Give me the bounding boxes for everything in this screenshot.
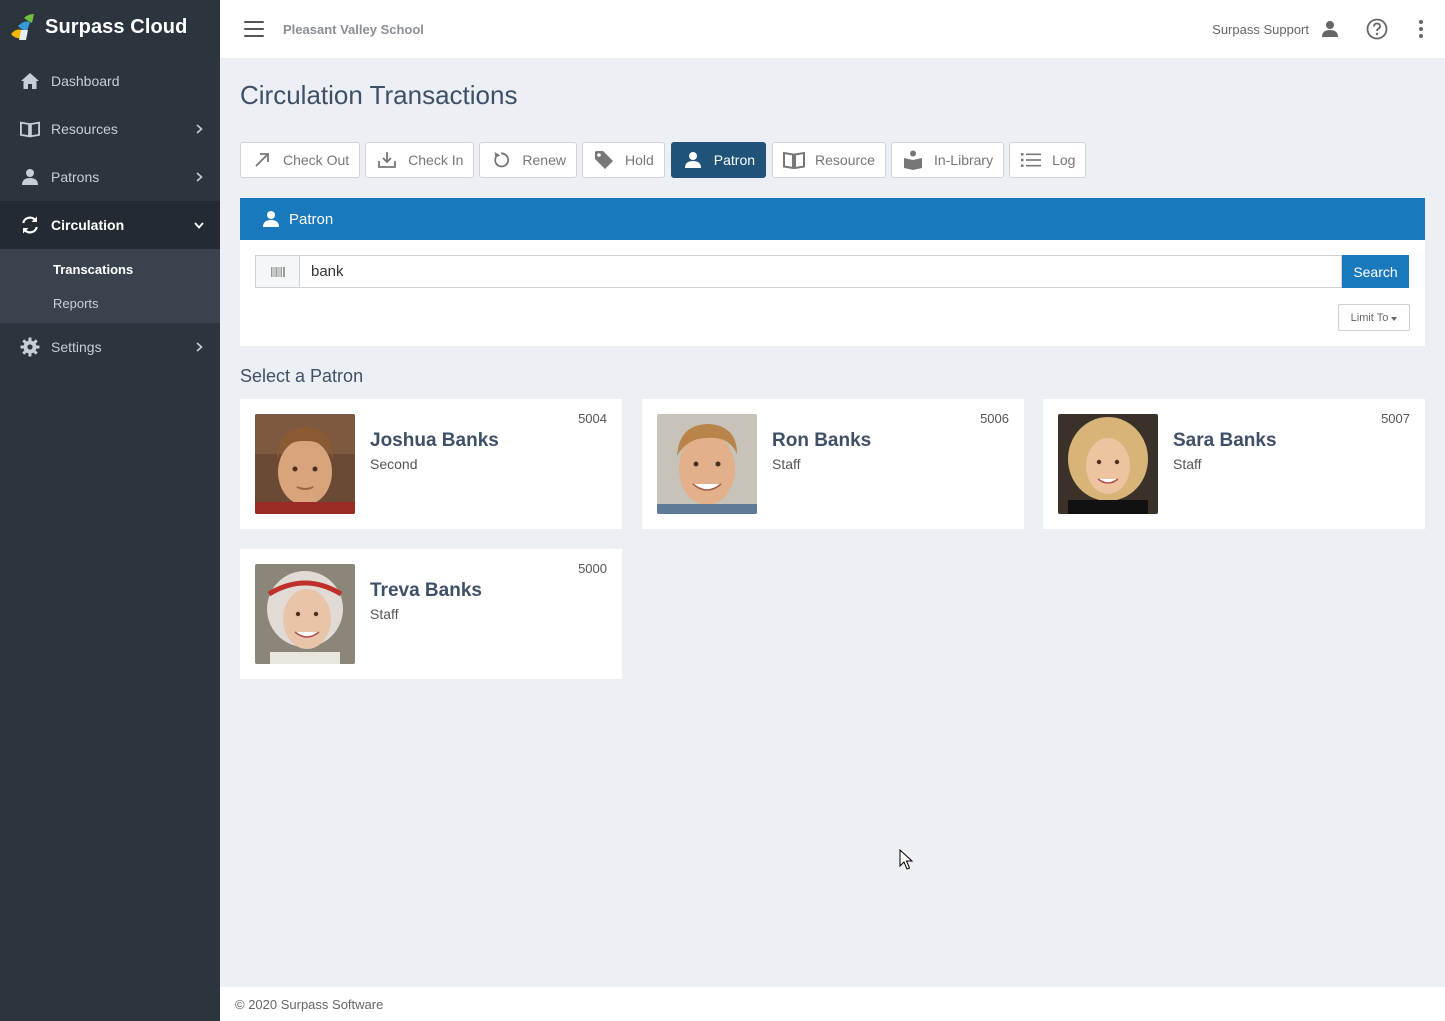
surpass-logo-icon [11, 14, 34, 40]
patron-group: Second [370, 456, 418, 472]
button-label: Resource [815, 152, 875, 168]
hold-button[interactable]: Hold [581, 142, 665, 178]
patron-id: 5007 [1381, 411, 1410, 426]
in-library-button[interactable]: In-Library [890, 142, 1005, 178]
renew-icon [480, 143, 522, 177]
patron-photo [255, 414, 355, 514]
arrow-up-right-icon [241, 143, 283, 177]
patron-search-panel: Patron Search Limit To [240, 198, 1425, 346]
patron-name: Joshua Banks [370, 430, 499, 451]
button-label: Hold [624, 152, 654, 168]
person-icon [672, 143, 714, 177]
refresh-icon [20, 215, 40, 235]
search-input[interactable] [300, 255, 1342, 288]
check-in-button[interactable]: Check In [365, 142, 475, 178]
book-icon [773, 143, 815, 177]
resource-button[interactable]: Resource [772, 142, 886, 178]
patron-photo [255, 564, 355, 664]
panel-title: Patron [289, 210, 334, 228]
button-label: In-Library [933, 152, 994, 168]
transaction-toolbar: Check Out Check In Renew Hold Patron Res… [240, 142, 1091, 178]
sidebar-item-resources[interactable]: Resources [0, 105, 220, 153]
patron-card[interactable]: Joshua Banks Second 5004 [240, 399, 622, 529]
tag-icon [583, 143, 625, 177]
page-title: Circulation Transactions [240, 80, 518, 110]
sidebar-item-label: Settings [51, 339, 102, 355]
sidebar-item-label: Dashboard [51, 73, 120, 89]
more-vertical-icon[interactable] [1418, 19, 1424, 39]
button-label: Check Out [283, 152, 350, 168]
patron-card[interactable]: Sara Banks Staff 5007 [1043, 399, 1425, 529]
search-row: Search [255, 255, 1409, 288]
button-label: Renew [522, 152, 566, 168]
chevron-right-icon [194, 124, 204, 134]
patron-card[interactable]: Treva Banks Staff 5000 [240, 549, 622, 679]
sidebar-item-patrons[interactable]: Patrons [0, 153, 220, 201]
download-icon [366, 143, 408, 177]
main-content: Circulation Transactions Check Out Check… [220, 58, 1445, 987]
patron-id: 5006 [980, 411, 1009, 426]
list-icon [1010, 143, 1052, 177]
button-label: Patron [713, 152, 756, 168]
sidebar-item-label: Circulation [51, 217, 125, 233]
gear-icon [20, 337, 40, 357]
patron-group: Staff [370, 606, 399, 622]
sidebar-item-settings[interactable]: Settings [0, 323, 220, 371]
sidebar-subitem-reports[interactable]: Reports [0, 286, 220, 320]
sidebar-subitem-transactions[interactable]: Transcations [0, 252, 220, 286]
patron-id: 5000 [578, 561, 607, 576]
button-label: Log [1052, 152, 1076, 168]
barcode-icon[interactable] [255, 255, 300, 288]
sidebar-item-label: Patrons [51, 169, 100, 185]
circulation-subnav: Transcations Reports [0, 249, 220, 323]
patron-id: 5004 [578, 411, 607, 426]
home-icon [20, 71, 40, 91]
results-title: Select a Patron [240, 366, 364, 386]
patron-name: Ron Banks [772, 430, 872, 451]
patron-name: Sara Banks [1173, 430, 1277, 451]
book-icon [20, 119, 40, 139]
limit-to-dropdown[interactable]: Limit To [1338, 304, 1410, 331]
copyright-text: © 2020 Surpass Software [235, 996, 384, 1012]
panel-header: Patron [240, 198, 1425, 240]
search-button[interactable]: Search [1342, 255, 1409, 288]
renew-button[interactable]: Renew [479, 142, 577, 178]
patron-group: Staff [1173, 456, 1202, 472]
patron-photo [657, 414, 757, 514]
chevron-right-icon [194, 342, 204, 352]
user-name[interactable]: Surpass Support [1212, 22, 1309, 37]
limit-to-label: Limit To [1350, 311, 1389, 324]
mouse-cursor-icon [899, 849, 913, 870]
sidebar: Surpass Cloud Dashboard Resources Patron… [0, 0, 220, 1021]
person-icon [20, 167, 40, 187]
sidebar-item-label: Resources [51, 121, 118, 137]
reader-icon [892, 143, 934, 177]
brand-name: Surpass Cloud [45, 15, 188, 38]
help-icon[interactable] [1366, 18, 1388, 40]
patron-button[interactable]: Patron [670, 142, 767, 178]
chevron-down-icon [194, 220, 204, 230]
person-icon [262, 210, 280, 228]
hamburger-menu-icon[interactable] [244, 21, 264, 37]
sidebar-item-circulation[interactable]: Circulation [0, 201, 220, 249]
brand[interactable]: Surpass Cloud [0, 0, 220, 54]
log-button[interactable]: Log [1009, 142, 1087, 178]
check-out-button[interactable]: Check Out [240, 142, 361, 178]
topbar: Pleasant Valley School Surpass Support [220, 0, 1445, 58]
patron-group: Staff [772, 456, 801, 472]
chevron-right-icon [194, 172, 204, 182]
patron-name: Treva Banks [370, 580, 482, 601]
footer: © 2020 Surpass Software [220, 987, 1445, 1021]
sidebar-item-dashboard[interactable]: Dashboard [0, 57, 220, 105]
user-account-icon[interactable] [1321, 20, 1339, 38]
patron-card[interactable]: Ron Banks Staff 5006 [642, 399, 1024, 529]
patron-photo [1058, 414, 1158, 514]
school-name: Pleasant Valley School [283, 21, 424, 37]
caret-down-icon [1391, 316, 1398, 321]
button-label: Check In [408, 152, 464, 168]
